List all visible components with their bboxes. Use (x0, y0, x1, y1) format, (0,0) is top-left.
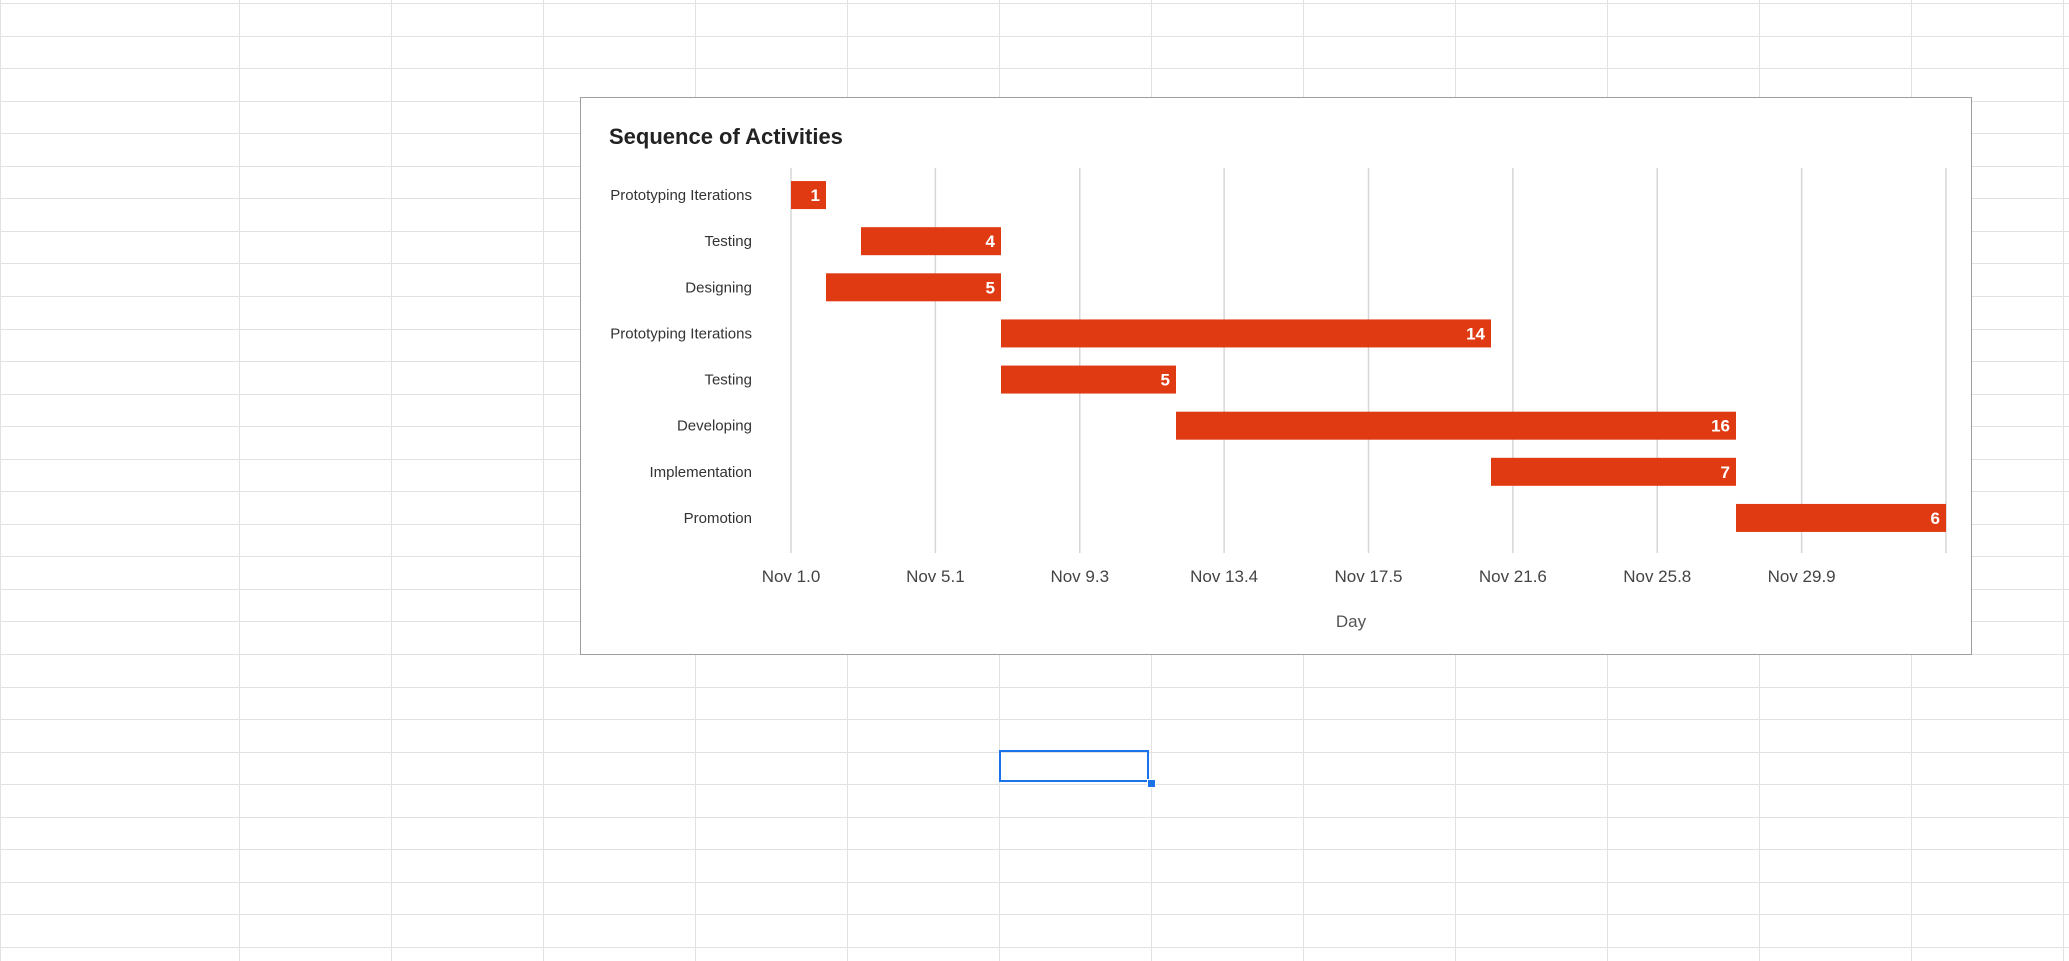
selected-cell[interactable] (999, 750, 1149, 782)
cell[interactable] (391, 556, 543, 588)
cell[interactable] (0, 621, 239, 653)
cell[interactable] (391, 719, 543, 751)
cell[interactable] (0, 556, 239, 588)
cell[interactable] (0, 166, 239, 198)
cell[interactable] (239, 654, 391, 686)
cell[interactable] (239, 166, 391, 198)
cell[interactable] (391, 3, 543, 35)
cell[interactable] (391, 524, 543, 556)
cell[interactable] (391, 263, 543, 295)
x-axis-label: Day (1336, 612, 1367, 631)
chart[interactable]: Sequence of Activities Nov 1.0 Nov 5.1 Nov … (580, 97, 1972, 655)
data-label: 14 (1466, 324, 1485, 343)
cell[interactable] (239, 556, 391, 588)
data-label: 6 (1931, 509, 1940, 528)
bar (1001, 365, 1176, 394)
cell[interactable] (0, 198, 239, 230)
cell[interactable] (391, 491, 543, 523)
cell[interactable] (0, 654, 239, 686)
data-label: 5 (1161, 371, 1170, 390)
cell[interactable] (391, 589, 543, 621)
row-gridline (0, 849, 2069, 850)
bar (791, 181, 826, 210)
x-tick-label: Nov 5.1 (906, 567, 965, 586)
x-tick-label: Nov 1.0 (762, 567, 821, 586)
cell[interactable] (0, 101, 239, 133)
cell[interactable] (239, 3, 391, 35)
bar (1736, 503, 1946, 532)
data-label: 4 (986, 232, 996, 251)
cell[interactable] (0, 491, 239, 523)
cell[interactable] (0, 263, 239, 295)
cell[interactable] (391, 133, 543, 165)
bar (826, 273, 1001, 302)
cell[interactable] (391, 68, 543, 100)
data-label: 5 (986, 278, 995, 297)
data-label: 16 (1711, 417, 1730, 436)
cell[interactable] (239, 198, 391, 230)
category-label: Testing (704, 372, 752, 389)
cell[interactable] (239, 524, 391, 556)
cell[interactable] (239, 101, 391, 133)
data-label: 7 (1721, 463, 1730, 482)
cell[interactable] (239, 231, 391, 263)
cell[interactable] (239, 36, 391, 68)
x-tick-label: Nov 9.3 (1050, 567, 1109, 586)
cell[interactable] (239, 687, 391, 719)
category-label: Implementation (649, 464, 752, 481)
cell[interactable] (391, 621, 543, 653)
cell[interactable] (0, 589, 239, 621)
cell[interactable] (391, 231, 543, 263)
cell[interactable] (391, 654, 543, 686)
cell[interactable] (391, 687, 543, 719)
cell[interactable] (239, 589, 391, 621)
x-tick-label: Nov 21.6 (1479, 567, 1547, 586)
category-label: Designing (685, 279, 752, 296)
cell[interactable] (239, 133, 391, 165)
cell[interactable] (391, 198, 543, 230)
cell[interactable] (0, 133, 239, 165)
x-tick-label: Nov 29.9 (1768, 567, 1836, 586)
cell[interactable] (0, 524, 239, 556)
data-label: 1 (811, 186, 820, 205)
cell[interactable] (239, 263, 391, 295)
bar (1176, 411, 1736, 440)
row-gridline (0, 784, 2069, 785)
cell[interactable] (239, 719, 391, 751)
cell[interactable] (0, 687, 239, 719)
cell[interactable] (391, 36, 543, 68)
bar (861, 227, 1001, 256)
category-label: Prototyping Iterations (610, 325, 752, 342)
cell[interactable] (0, 36, 239, 68)
x-tick-label: Nov 25.8 (1623, 567, 1691, 586)
x-tick-label: Nov 13.4 (1190, 567, 1258, 586)
cell[interactable] (0, 719, 239, 751)
cell[interactable] (239, 68, 391, 100)
category-label: Testing (704, 233, 752, 250)
chart-title: Sequence of Activities (609, 124, 843, 149)
cell[interactable] (239, 491, 391, 523)
chart-canvas: Sequence of Activities Nov 1.0 Nov 5.1 Nov … (609, 124, 1947, 631)
row-gridline (0, 914, 2069, 915)
cell[interactable] (391, 752, 543, 784)
row-gridline (0, 882, 2069, 883)
cell[interactable] (0, 231, 239, 263)
category-label: Promotion (684, 510, 752, 527)
cell[interactable] (0, 752, 239, 784)
cell[interactable] (391, 166, 543, 198)
cell[interactable] (0, 68, 239, 100)
row-gridline (0, 947, 2069, 948)
cell[interactable] (391, 101, 543, 133)
bar (1001, 319, 1491, 348)
cell[interactable] (0, 3, 239, 35)
bar (1491, 457, 1736, 486)
row-gridline (0, 817, 2069, 818)
fill-handle[interactable] (1147, 779, 1156, 788)
category-label: Prototyping Iterations (610, 187, 752, 204)
cell[interactable] (239, 621, 391, 653)
cell[interactable] (239, 752, 391, 784)
x-tick-label: Nov 17.5 (1334, 567, 1402, 586)
category-label: Developing (677, 418, 752, 435)
